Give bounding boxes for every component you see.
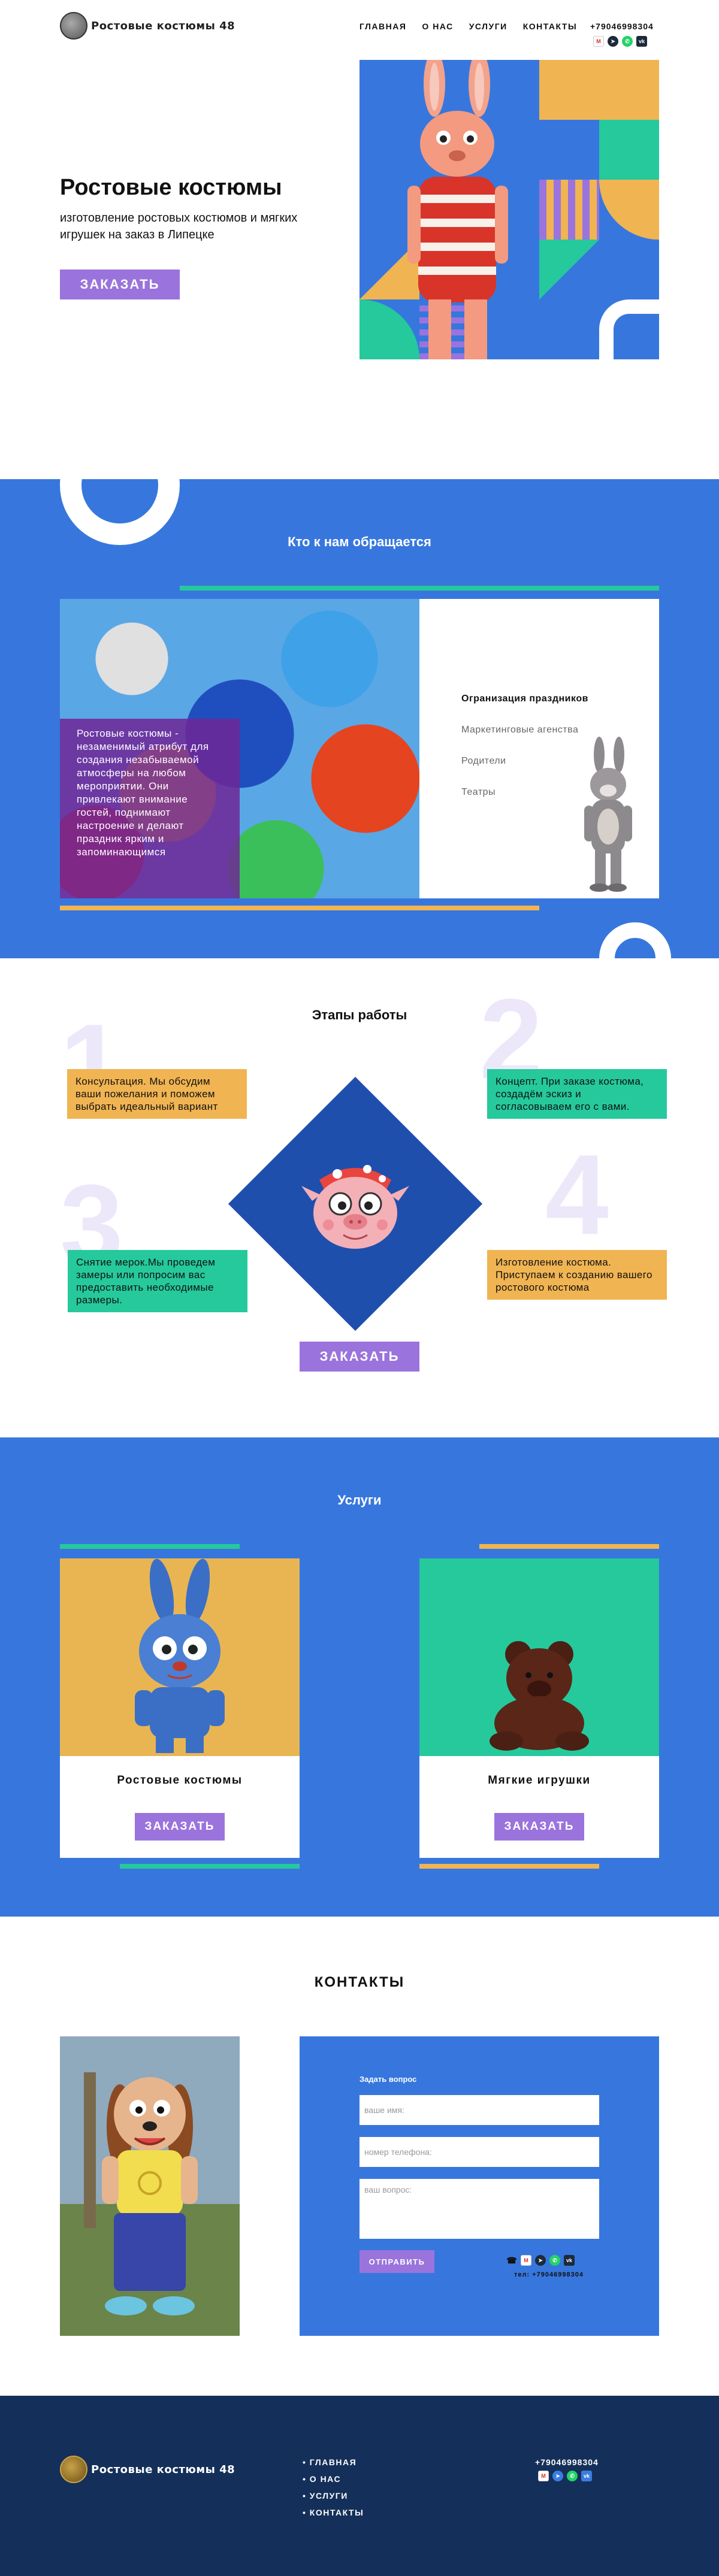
- blue-bunny-costume-icon: [135, 1558, 225, 1753]
- header-socials: M ➤ ✆ vk: [593, 36, 647, 47]
- page: Ростовые костюмы 48 ГЛАВНАЯ О НАС УСЛУГИ…: [0, 0, 719, 2576]
- telegram-icon[interactable]: ➤: [608, 36, 618, 47]
- decor-stripe: [180, 586, 659, 591]
- decor-stripe: [419, 1864, 599, 1869]
- stages-order-button[interactable]: ЗАКАЗАТЬ: [300, 1342, 419, 1372]
- footer-link-home[interactable]: ГЛАВНАЯ: [303, 2457, 364, 2467]
- services-section: Услуги Ростовые костюмы ЗАКАЗАТЬ Мягкие …: [0, 1437, 719, 1917]
- decor-stripe: [120, 1864, 300, 1869]
- who-overlay-text: Ростовые костюмы - незаменимый атрибут д…: [77, 728, 209, 858]
- stage-number: 4: [545, 1131, 609, 1258]
- plush-bear-icon: [490, 1641, 589, 1751]
- logo-text: Ростовые костюмы 48: [91, 19, 235, 32]
- gmail-icon[interactable]: M: [521, 2255, 531, 2266]
- service-image: [60, 1558, 300, 1756]
- vk-icon[interactable]: vk: [581, 2471, 592, 2481]
- nav-link-contacts[interactable]: КОНТАКТЫ: [523, 22, 577, 31]
- decor-stripe: [60, 906, 539, 910]
- whatsapp-icon[interactable]: ✆: [549, 2255, 560, 2266]
- stages-diamond: [228, 1076, 483, 1331]
- service-card-toys: Мягкие игрушки ЗАКАЗАТЬ: [419, 1558, 659, 1858]
- contacts-title: КОНТАКТЫ: [314, 1974, 405, 1990]
- gmail-icon[interactable]: M: [538, 2471, 549, 2481]
- hero-subtitle: изготовление ростовых костюмов и мягких …: [60, 211, 298, 241]
- contact-photo: [60, 2036, 240, 2336]
- bunny-costume-icon: [407, 60, 508, 359]
- who-item: Маркетинговые агенства: [461, 725, 579, 735]
- question-input[interactable]: [360, 2179, 599, 2239]
- telegram-icon[interactable]: ➤: [535, 2255, 546, 2266]
- pig-costume-icon: [301, 1165, 409, 1249]
- vk-icon[interactable]: vk: [564, 2255, 575, 2266]
- stage-step-4: Изготовление костюма. Приступаем к созда…: [487, 1250, 667, 1300]
- who-item: Родители: [461, 756, 506, 766]
- form-title: Задать вопрос: [360, 2075, 417, 2084]
- gmail-icon[interactable]: M: [593, 36, 604, 47]
- nav-link-services[interactable]: УСЛУГИ: [469, 22, 507, 31]
- phone-input[interactable]: [360, 2137, 599, 2167]
- form-socials: ☎ M ➤ ✆ vk: [506, 2255, 575, 2266]
- service-order-button[interactable]: ЗАКАЗАТЬ: [135, 1813, 225, 1841]
- who-list: Огранизация праздников Маркетинговые аге…: [461, 694, 588, 818]
- footer-link-contacts[interactable]: КОНТАКТЫ: [303, 2508, 364, 2517]
- logo[interactable]: Ростовые костюмы 48: [60, 12, 235, 40]
- whatsapp-icon[interactable]: ✆: [567, 2471, 578, 2481]
- stage-step-2: Концепт. При заказе костюма, создадём эс…: [487, 1069, 667, 1119]
- dog-costume-icon: [60, 2036, 240, 2336]
- hero-title: Ростовые костюмы: [60, 175, 282, 200]
- footer-socials: M ➤ ✆ vk: [538, 2471, 592, 2481]
- service-image: [419, 1558, 659, 1756]
- telegram-icon[interactable]: ➤: [552, 2471, 563, 2481]
- service-name: Ростовые костюмы: [117, 1774, 243, 1787]
- decor-stripe: [479, 1544, 659, 1549]
- name-input[interactable]: [360, 2095, 599, 2125]
- decor-stripe: [60, 1544, 240, 1549]
- service-order-button[interactable]: ЗАКАЗАТЬ: [494, 1813, 584, 1841]
- stage-step-1: Консультация. Мы обсудим ваши пожелания …: [67, 1069, 247, 1119]
- form-phone[interactable]: тел: +79046998304: [514, 2271, 584, 2278]
- logo-text: Ростовые костюмы 48: [91, 2463, 235, 2476]
- logo-badge-icon: [60, 12, 87, 40]
- service-name: Мягкие игрушки: [488, 1774, 591, 1787]
- footer-nav: ГЛАВНАЯ О НАС УСЛУГИ КОНТАКТЫ: [303, 2457, 364, 2524]
- hero-order-button[interactable]: ЗАКАЗАТЬ: [60, 270, 180, 299]
- who-section: Кто к нам обращается Ростовые костюмы - …: [0, 479, 719, 958]
- services-title: Услуги: [337, 1493, 382, 1508]
- vk-icon[interactable]: vk: [636, 36, 647, 47]
- contact-form: Задать вопрос ОТПРАВИТЬ ☎ M ➤ ✆ vk тел: …: [300, 2036, 659, 2336]
- send-button[interactable]: ОТПРАВИТЬ: [360, 2250, 434, 2273]
- header-phone[interactable]: +79046998304: [590, 22, 654, 31]
- hero-image: [360, 60, 659, 359]
- who-overlay: Ростовые костюмы - незаменимый атрибут д…: [60, 719, 240, 898]
- nav-link-about[interactable]: О НАС: [422, 22, 453, 31]
- footer-link-about[interactable]: О НАС: [303, 2474, 364, 2484]
- whatsapp-icon[interactable]: ✆: [622, 36, 633, 47]
- who-title: Кто к нам обращается: [288, 534, 431, 549]
- main-nav: ГЛАВНАЯ О НАС УСЛУГИ КОНТАКТЫ: [360, 22, 577, 31]
- footer-phone[interactable]: +79046998304: [535, 2457, 599, 2467]
- footer: Ростовые костюмы 48 ГЛАВНАЯ О НАС УСЛУГИ…: [0, 2396, 719, 2576]
- header: Ростовые костюмы 48 ГЛАВНАЯ О НАС УСЛУГИ…: [0, 0, 719, 54]
- who-item: Театры: [461, 787, 496, 797]
- stages-section: Этапы работы 1 2 3 4 Консультация. Мы об…: [0, 958, 719, 1437]
- footer-link-services[interactable]: УСЛУГИ: [303, 2491, 364, 2501]
- who-card: Огранизация праздников Маркетинговые аге…: [419, 599, 659, 898]
- footer-logo[interactable]: Ростовые костюмы 48: [60, 2456, 235, 2483]
- decor-ring: [599, 922, 671, 958]
- nav-link-home[interactable]: ГЛАВНАЯ: [360, 22, 406, 31]
- service-card-costumes: Ростовые костюмы ЗАКАЗАТЬ: [60, 1558, 300, 1858]
- who-item: Огранизация праздников: [461, 694, 588, 704]
- logo-badge-icon: [60, 2456, 87, 2483]
- grey-bunny-costume-icon: [584, 737, 632, 892]
- phone-handset-icon: ☎: [506, 2255, 517, 2265]
- stage-step-3: Снятие мерок.Мы проведем замеры или попр…: [68, 1250, 247, 1312]
